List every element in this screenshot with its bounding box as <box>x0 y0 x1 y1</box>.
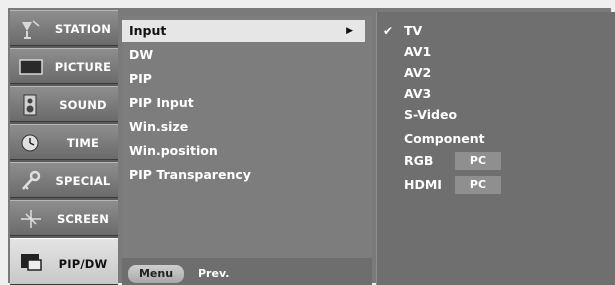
submenu-label: DW <box>129 47 154 62</box>
option-label: Component <box>404 131 485 146</box>
submenu-label: Input <box>129 23 167 38</box>
category-label: PICTURE <box>54 60 112 74</box>
option-label: AV2 <box>404 65 432 80</box>
footer-bar: Menu Prev. <box>122 258 372 285</box>
category-station[interactable]: STATION <box>10 10 118 46</box>
pip-icon <box>21 254 42 271</box>
option-label: AV1 <box>404 44 432 59</box>
submenu-item-win-position[interactable]: Win.position <box>122 140 372 162</box>
crosshair-icon <box>21 210 41 228</box>
option-component[interactable]: Component <box>377 129 607 149</box>
category-special[interactable]: SPECIAL <box>10 162 118 198</box>
option-av2[interactable]: AV2 <box>377 63 607 83</box>
option-label: TV <box>404 23 423 38</box>
speaker-icon <box>23 94 37 116</box>
submenu-item-pip-transparency[interactable]: PIP Transparency <box>122 164 372 186</box>
menu-button[interactable]: Menu <box>128 265 184 283</box>
category-label: SOUND <box>59 98 107 112</box>
submenu-item-input[interactable]: Input ▶ <box>122 20 365 42</box>
submenu-item-dw[interactable]: DW <box>122 44 372 66</box>
submenu-item-pip-input[interactable]: PIP Input <box>122 92 372 114</box>
category-label: PIP/DW <box>58 257 108 271</box>
category-screen[interactable]: SCREEN <box>10 200 118 236</box>
submenu-label: PIP Transparency <box>129 167 251 182</box>
category-pip-dw[interactable]: PIP/DW <box>10 238 118 285</box>
options-panel: ✔ TV AV1 AV2 AV3 S-Video Component RGB P… <box>376 12 615 285</box>
submenu-label: Win.size <box>129 119 189 134</box>
option-av3[interactable]: AV3 <box>377 84 607 104</box>
option-tv[interactable]: ✔ TV <box>377 21 607 41</box>
prev-label: Prev. <box>198 267 230 280</box>
tv-screen-icon <box>19 59 43 75</box>
option-label: S-Video <box>404 107 458 122</box>
clock-icon <box>21 134 39 152</box>
key-icon <box>22 170 41 190</box>
option-label: RGB <box>404 153 434 168</box>
pc-chip: PC <box>455 176 501 194</box>
submenu-panel: Input ▶ DW PIP PIP Input Win.size Win.po… <box>122 16 372 285</box>
option-s-video[interactable]: S-Video <box>377 105 607 125</box>
option-label: AV3 <box>404 86 432 101</box>
category-label: SCREEN <box>56 212 110 226</box>
arrow-right-icon: ▶ <box>346 26 353 36</box>
option-hdmi[interactable]: HDMI PC <box>377 175 607 195</box>
category-picture[interactable]: PICTURE <box>10 48 118 84</box>
category-label: TIME <box>66 136 100 150</box>
category-label: SPECIAL <box>55 174 111 188</box>
option-av1[interactable]: AV1 <box>377 42 607 62</box>
submenu-item-pip[interactable]: PIP <box>122 68 372 90</box>
tv-osd-screen: STATION PICTURE SOUND TIME SPECIAL SCREE… <box>0 0 615 285</box>
category-time[interactable]: TIME <box>10 124 118 160</box>
category-label: STATION <box>54 22 112 36</box>
check-icon: ✔ <box>383 24 394 38</box>
submenu-label: PIP Input <box>129 95 194 110</box>
submenu-label: Win.position <box>129 143 218 158</box>
option-rgb[interactable]: RGB PC <box>377 151 607 171</box>
category-column: STATION PICTURE SOUND TIME SPECIAL SCREE… <box>10 10 118 285</box>
submenu-label: PIP <box>129 71 152 86</box>
pc-chip: PC <box>455 152 501 170</box>
option-label: HDMI <box>404 177 442 192</box>
antenna-icon <box>22 20 40 39</box>
category-sound[interactable]: SOUND <box>10 86 118 122</box>
submenu-item-win-size[interactable]: Win.size <box>122 116 372 138</box>
